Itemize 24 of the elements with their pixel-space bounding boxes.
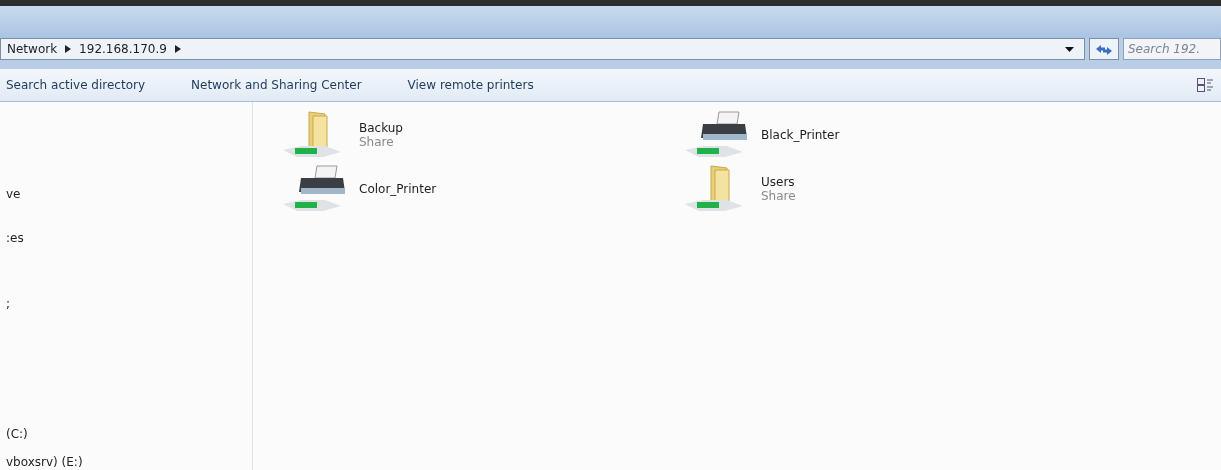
toolbar-button[interactable]: View remote printers — [407, 78, 534, 92]
view-options-icon[interactable] — [1197, 77, 1213, 93]
dropdown-arrow-icon[interactable] — [1065, 46, 1074, 52]
nav-item[interactable]: (C:) — [6, 427, 28, 441]
search-field[interactable]: Search 192. — [1123, 38, 1221, 60]
item-type: Share — [359, 135, 395, 149]
breadcrumb[interactable]: 192.168.170.9 — [79, 42, 167, 56]
item-name[interactable]: Color_Printer — [359, 182, 437, 196]
item-name[interactable]: Backup — [359, 121, 403, 135]
item-name[interactable]: Black_Printer — [761, 128, 840, 142]
refresh-icon — [1095, 43, 1113, 55]
breadcrumb[interactable]: Network — [7, 42, 58, 56]
item-name[interactable]: Users — [761, 175, 796, 189]
nav-item[interactable]: :es — [6, 231, 24, 245]
nav-item[interactable]: ve — [6, 187, 21, 201]
nav-item[interactable]: ; — [6, 297, 11, 311]
chevron-icon[interactable] — [65, 45, 72, 53]
address-bar[interactable]: Network 192.168.170.9 — [0, 38, 1085, 60]
toolbar-button[interactable]: Network and Sharing Center — [191, 78, 362, 92]
refresh-button[interactable] — [1089, 38, 1119, 60]
item-type: Share — [761, 189, 796, 203]
nav-item[interactable]: vboxsrv) (E:) — [6, 455, 83, 469]
chevron-icon[interactable] — [174, 45, 181, 53]
toolbar-button[interactable]: Search active directory — [6, 78, 145, 92]
